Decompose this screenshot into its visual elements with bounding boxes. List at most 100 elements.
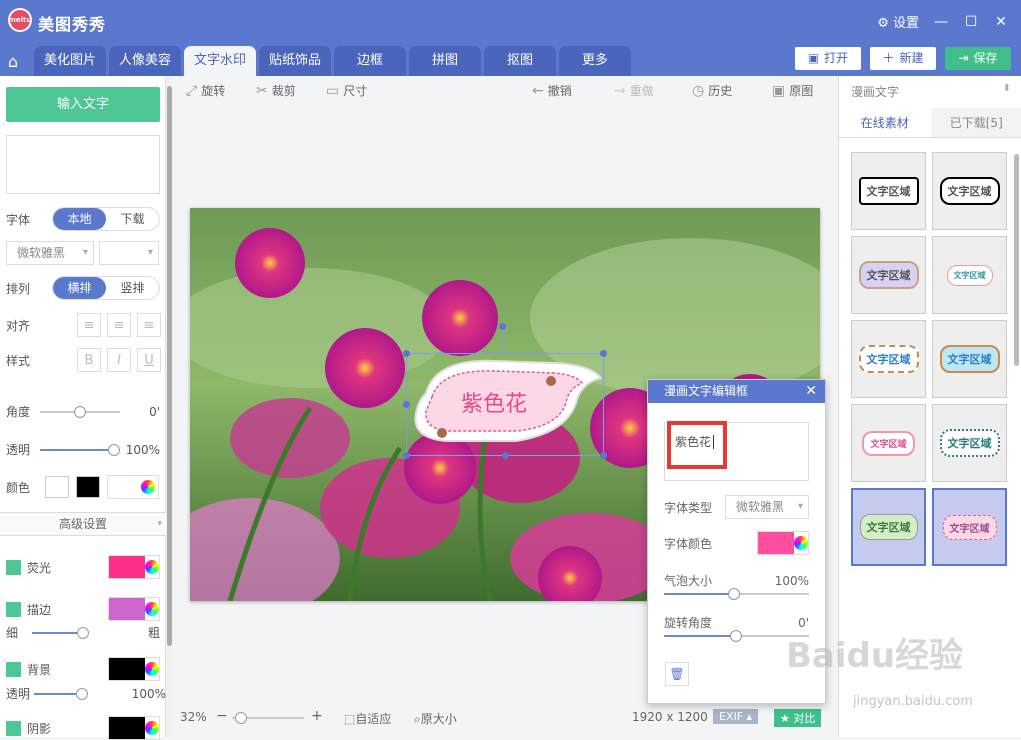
font-local-option[interactable]: 本地 [53, 208, 106, 230]
close-button[interactable]: ✕ [993, 14, 1009, 30]
horizontal-option[interactable]: 横排 [53, 277, 106, 299]
exif-button[interactable]: EXIF ▴ [713, 709, 758, 724]
material-item-text: 文字区域 [940, 177, 1000, 205]
material-item[interactable]: 文字区域 [932, 320, 1007, 398]
rotate-tool[interactable]: ⤢旋转 [186, 82, 225, 99]
material-item[interactable]: 文字区域 [932, 152, 1007, 230]
opacity-slider-knob[interactable] [108, 444, 120, 456]
resize-handle[interactable] [403, 401, 410, 408]
tab-downloaded[interactable]: 已下载[5] [931, 108, 1021, 137]
zoom-out-button[interactable]: − [216, 708, 228, 724]
glow-checkbox[interactable] [6, 560, 21, 575]
stroke-width-knob[interactable] [77, 627, 89, 639]
angle-value: 0' [149, 405, 160, 419]
color-swatch-black[interactable] [76, 476, 100, 498]
material-item[interactable]: 文字区域 [932, 404, 1007, 482]
tab-frames[interactable]: 边框 [334, 46, 406, 76]
tab-cutout[interactable]: 抠图 [484, 46, 556, 76]
bg-opacity-slider[interactable] [34, 689, 124, 699]
font-type-select[interactable]: 微软雅黑 [725, 495, 809, 519]
new-button[interactable]: ＋新建 [870, 47, 936, 70]
font-size-select[interactable] [99, 241, 159, 265]
minimize-button[interactable]: — [933, 14, 949, 30]
glow-color-picker[interactable] [108, 555, 160, 579]
underline-button[interactable]: U [137, 348, 161, 372]
tab-stickers[interactable]: 贴纸饰品 [259, 46, 331, 76]
vertical-option[interactable]: 竖排 [106, 277, 159, 299]
left-panel-scrollbar[interactable] [167, 76, 172, 737]
color-swatch-white[interactable] [45, 476, 69, 498]
plus-icon: ＋ [882, 47, 894, 70]
resize-handle[interactable] [403, 350, 410, 357]
shadow-color-picker[interactable] [108, 716, 160, 740]
crop-tool[interactable]: ✂裁剪 [256, 82, 296, 99]
tab-online-materials[interactable]: 在线素材 [839, 108, 931, 137]
maximize-button[interactable]: ☐ [963, 14, 979, 30]
resize-handle[interactable] [502, 452, 509, 459]
trash-icon[interactable]: 🗑 [665, 662, 689, 686]
open-button[interactable]: ▣打开 [795, 47, 861, 70]
material-item-selected[interactable]: 文字区域 [851, 488, 926, 566]
material-item[interactable]: 文字区域 [851, 404, 926, 482]
settings-button[interactable]: ⚙ 设置 [877, 12, 919, 31]
background-checkbox[interactable] [6, 662, 21, 677]
bg-opacity-knob[interactable] [76, 688, 88, 700]
font-download-option[interactable]: 下载 [106, 208, 159, 230]
font-family-select[interactable]: 微软雅黑 [6, 241, 94, 265]
rotate-handle[interactable] [499, 323, 506, 330]
zoom-in-button[interactable]: + [311, 708, 323, 724]
bubble-selection-box[interactable] [406, 353, 604, 456]
close-icon[interactable]: ✕ [805, 380, 817, 403]
angle-slider[interactable] [40, 407, 120, 417]
material-item[interactable]: 文字区域 [932, 236, 1007, 314]
align-right-icon[interactable]: ≡ [137, 313, 161, 337]
tab-collage[interactable]: 拼图 [409, 46, 481, 76]
original-button[interactable]: ▣原图 [772, 82, 813, 99]
tab-portrait[interactable]: 人像美容 [109, 46, 181, 76]
text-input-area[interactable] [6, 135, 160, 194]
zoom-slider-knob[interactable] [235, 712, 247, 724]
background-color-picker[interactable] [108, 657, 160, 681]
size-tool[interactable]: ▭尺寸 [326, 82, 367, 99]
stroke-width-slider[interactable] [32, 628, 134, 638]
tab-text-watermark[interactable]: 文字水印 [184, 46, 256, 76]
bubble-size-slider[interactable] [664, 589, 809, 599]
material-item[interactable]: 文字区域 [851, 320, 926, 398]
resize-handle[interactable] [600, 452, 607, 459]
tab-beautify[interactable]: 美化图片 [34, 46, 106, 76]
save-button[interactable]: ⇥保存 [945, 47, 1011, 70]
fit-button[interactable]: ⬚自适应 [344, 710, 391, 727]
zoom-slider[interactable] [232, 713, 304, 723]
category-select[interactable]: 漫画文字⬍ [851, 83, 1011, 103]
rotate-angle-knob[interactable] [730, 630, 742, 642]
opacity-slider[interactable] [40, 445, 120, 455]
material-item-selected[interactable]: 文字区域 [932, 488, 1007, 566]
compare-button[interactable]: ★ 对比 [774, 709, 821, 727]
font-color-picker[interactable] [757, 531, 809, 555]
align-left-icon[interactable]: ≡ [77, 313, 101, 337]
resize-handle[interactable] [403, 452, 410, 459]
history-button[interactable]: ◷历史 [692, 82, 732, 99]
exif-label: EXIF [719, 710, 743, 723]
bubble-size-knob[interactable] [728, 588, 740, 600]
redo-button[interactable]: →重做 [614, 82, 654, 99]
home-icon[interactable]: ⌂ [4, 52, 22, 70]
input-text-button[interactable]: 输入文字 [6, 87, 160, 122]
resize-handle[interactable] [600, 350, 607, 357]
stroke-color-picker[interactable] [108, 597, 160, 621]
italic-button[interactable]: I [107, 348, 131, 372]
color-picker[interactable] [107, 475, 159, 499]
shadow-checkbox[interactable] [6, 721, 21, 736]
stroke-checkbox[interactable] [6, 602, 21, 617]
app-logo-text: meitu [9, 16, 32, 24]
material-item[interactable]: 文字区域 [851, 152, 926, 230]
material-item[interactable]: 文字区域 [851, 236, 926, 314]
actual-size-button[interactable]: ⌕原大小 [414, 710, 457, 727]
angle-slider-knob[interactable] [74, 406, 86, 418]
undo-button[interactable]: ←撤销 [532, 82, 572, 99]
material-scrollbar[interactable] [1014, 154, 1019, 366]
tab-more[interactable]: 更多 [559, 46, 631, 76]
bold-button[interactable]: B [77, 348, 101, 372]
advanced-settings-toggle[interactable]: 高级设置▾ [0, 512, 166, 536]
align-center-icon[interactable]: ≡ [107, 313, 131, 337]
